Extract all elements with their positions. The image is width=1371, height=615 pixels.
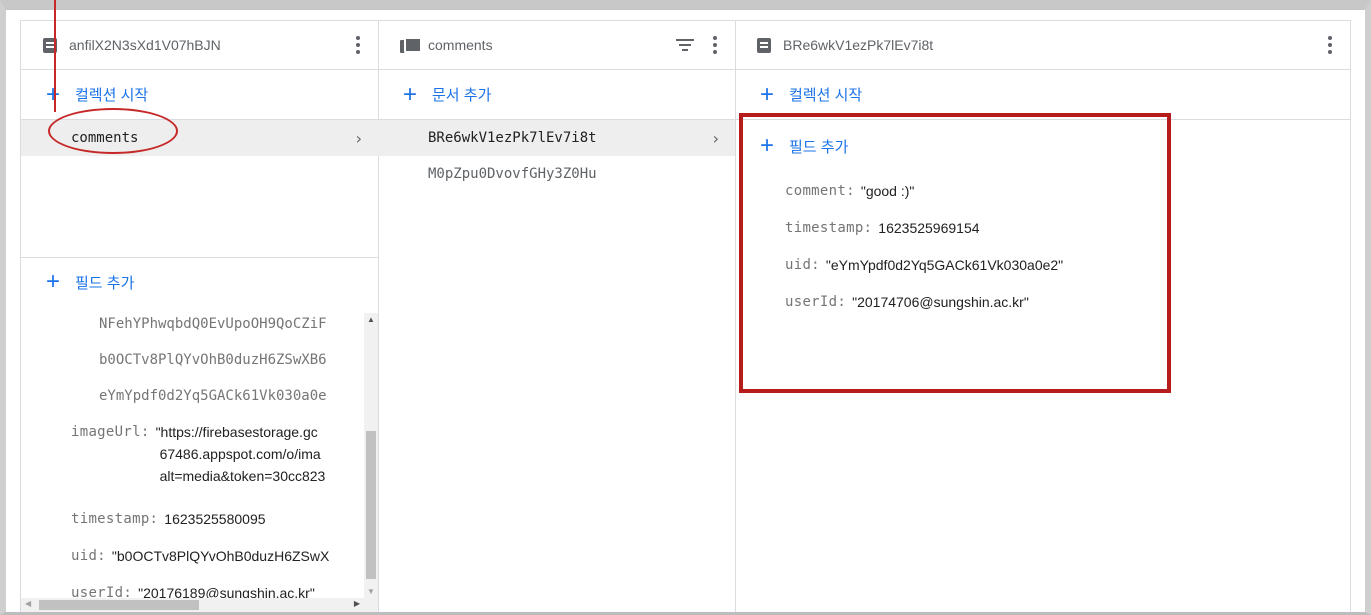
array-item: eYmYpdf0d2Yq5GACk61Vk030a0e — [21, 378, 378, 414]
field-key: timestamp: — [71, 510, 159, 527]
document-id: M0pZpu0DvovfGHy3Z0Hu — [428, 166, 597, 182]
scroll-down-icon[interactable]: ▼ — [367, 587, 375, 596]
scroll-right-icon[interactable]: ▶ — [354, 599, 360, 608]
plus-icon: + — [45, 80, 60, 108]
document-item[interactable]: BRe6wkV1ezPk7lEv7i8t › — [378, 120, 735, 156]
more-options-icon[interactable] — [705, 36, 725, 54]
collection-title: comments — [428, 37, 493, 53]
annotation-box — [739, 113, 1171, 393]
filter-icon[interactable] — [675, 38, 695, 52]
plus-icon: + — [759, 80, 774, 108]
start-collection-label: 컬렉션 시작 — [75, 87, 149, 104]
column-header: anfilX2N3sXd1V07hBJN — [21, 21, 378, 70]
document-column: anfilX2N3sXd1V07hBJN + 컬렉션 시작 comments ›… — [21, 21, 379, 612]
document-item[interactable]: M0pZpu0DvovfGHy3Z0Hu — [378, 156, 735, 192]
field-imageUrl: imageUrl: "https://firebasestorage.gc 67… — [21, 414, 378, 500]
scroll-left-icon[interactable]: ◀ — [25, 599, 31, 608]
value-line: "https://firebasestorage.gc — [155, 424, 318, 440]
add-field-button[interactable]: + 필드 추가 — [21, 258, 378, 306]
field-value: "https://firebasestorage.gc 67486.appspo… — [156, 421, 326, 487]
document-title: anfilX2N3sXd1V07hBJN — [69, 37, 221, 53]
scroll-up-icon[interactable]: ▲ — [367, 315, 375, 324]
collection-column: comments + 문서 추가 BRe6wkV1ezPk7lEv7i8t › … — [378, 21, 736, 612]
field-value: "b0OCTv8PlQYvOhB0duzH6ZSwX — [111, 547, 330, 564]
more-options-icon[interactable] — [348, 36, 368, 54]
column-header: comments — [378, 21, 735, 70]
field-key: imageUrl: — [71, 424, 150, 440]
array-item: NFehYPhwqbdQ0EvUpoOH9QoCZiF — [21, 306, 378, 342]
field-value: 1623525580095 — [164, 510, 266, 527]
vertical-scrollbar[interactable]: ▲ ▼ — [364, 313, 378, 598]
array-value: eYmYpdf0d2Yq5GACk61Vk030a0e — [99, 388, 327, 404]
collection-icon — [400, 37, 422, 53]
document-id: BRe6wkV1ezPk7lEv7i8t — [428, 130, 597, 146]
scrollbar-thumb[interactable] — [39, 600, 199, 610]
field-key: uid: — [71, 547, 106, 564]
document-icon — [757, 37, 771, 53]
scrollbar-thumb[interactable] — [366, 431, 376, 579]
document-fields-panel: + 필드 추가 NFehYPhwqbdQ0EvUpoOH9QoCZiF b0OC… — [21, 257, 378, 612]
array-value: NFehYPhwqbdQ0EvUpoOH9QoCZiF — [99, 316, 327, 332]
annotation-line — [54, 0, 56, 112]
column-header: BRe6wkV1ezPk7lEv7i8t — [735, 21, 1350, 70]
plus-icon: + — [45, 268, 60, 295]
more-options-icon[interactable] — [1320, 36, 1340, 54]
chevron-right-icon: › — [355, 128, 362, 148]
field-timestamp: timestamp: 1623525580095 — [21, 500, 378, 537]
horizontal-scrollbar[interactable]: ◀ ▶ — [21, 598, 378, 612]
field-uid: uid: "b0OCTv8PlQYvOhB0duzH6ZSwX — [21, 537, 378, 574]
annotation-ellipse — [48, 108, 178, 154]
add-field-label: 필드 추가 — [75, 274, 135, 292]
value-line: 67486.appspot.com/o/ima — [159, 446, 321, 462]
add-document-button[interactable]: + 문서 추가 — [378, 70, 735, 120]
array-item: b0OCTv8PlQYvOhB0duzH6ZSwXB6 — [21, 342, 378, 378]
start-collection-label: 컬렉션 시작 — [789, 87, 863, 104]
value-line: alt=media&token=30cc823 — [159, 468, 326, 484]
document-title: BRe6wkV1ezPk7lEv7i8t — [783, 37, 934, 53]
array-value: b0OCTv8PlQYvOhB0duzH6ZSwXB6 — [99, 352, 327, 368]
chevron-right-icon: › — [712, 128, 719, 148]
add-document-label: 문서 추가 — [432, 87, 492, 104]
plus-icon: + — [402, 80, 417, 108]
